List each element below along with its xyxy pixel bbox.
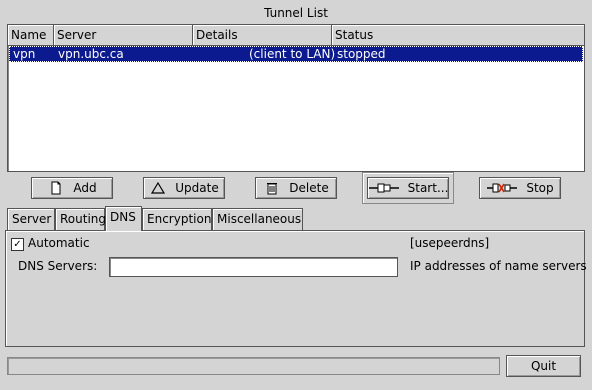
tunnel-list-header: Name Server Details Status (8, 25, 584, 46)
tab-routing[interactable]: Routing (55, 208, 106, 230)
delete-button-label: Delete (289, 181, 329, 195)
add-button[interactable]: Add (31, 177, 113, 199)
trash-icon (263, 181, 281, 195)
checkmark-icon: ✓ (13, 239, 22, 250)
add-button-label: Add (73, 181, 97, 195)
row-name: vpn (13, 47, 36, 61)
plug-connect-icon (368, 181, 400, 195)
tab-dns[interactable]: DNS (105, 206, 142, 231)
stop-button-label: Stop (526, 181, 554, 195)
automatic-checkbox[interactable]: ✓ (11, 238, 24, 251)
triangle-icon (149, 181, 167, 195)
status-bar (7, 357, 500, 375)
new-file-icon (47, 181, 65, 195)
column-header-server[interactable]: Server (54, 25, 193, 45)
start-button[interactable]: Start... (367, 177, 449, 199)
row-server: vpn.ubc.ca (58, 47, 124, 61)
column-header-status[interactable]: Status (332, 25, 584, 45)
automatic-label: Automatic (28, 236, 90, 250)
dns-servers-input[interactable] (109, 257, 398, 277)
start-button-label: Start... (407, 181, 449, 195)
column-header-details[interactable]: Details (193, 25, 332, 45)
dns-servers-hint: IP addresses of name servers (410, 259, 587, 273)
delete-button[interactable]: Delete (255, 177, 337, 199)
plug-disconnect-icon (486, 181, 518, 195)
dns-servers-label: DNS Servers: (18, 259, 98, 273)
quit-button-label: Quit (530, 359, 557, 373)
quit-button[interactable]: Quit (506, 355, 581, 377)
dns-tab-panel (5, 230, 585, 347)
usepeerdns-hint: [usepeerdns] (410, 236, 490, 250)
tab-encryption[interactable]: Encryption (142, 208, 212, 230)
table-row[interactable]: vpn vpn.ubc.ca (client to LAN) stopped (9, 46, 583, 62)
stop-button[interactable]: Stop (479, 177, 561, 199)
tab-miscellaneous[interactable]: Miscellaneous (212, 208, 303, 230)
row-details: (client to LAN) (249, 47, 336, 61)
update-button-label: Update (175, 181, 219, 195)
tab-server[interactable]: Server (7, 208, 55, 230)
update-button[interactable]: Update (143, 177, 225, 199)
row-status: stopped (337, 47, 386, 61)
column-header-name[interactable]: Name (8, 25, 54, 45)
tunnel-list[interactable]: Name Server Details Status vpn vpn.ubc.c… (7, 24, 585, 172)
tunnel-list-title: Tunnel List (264, 6, 328, 20)
